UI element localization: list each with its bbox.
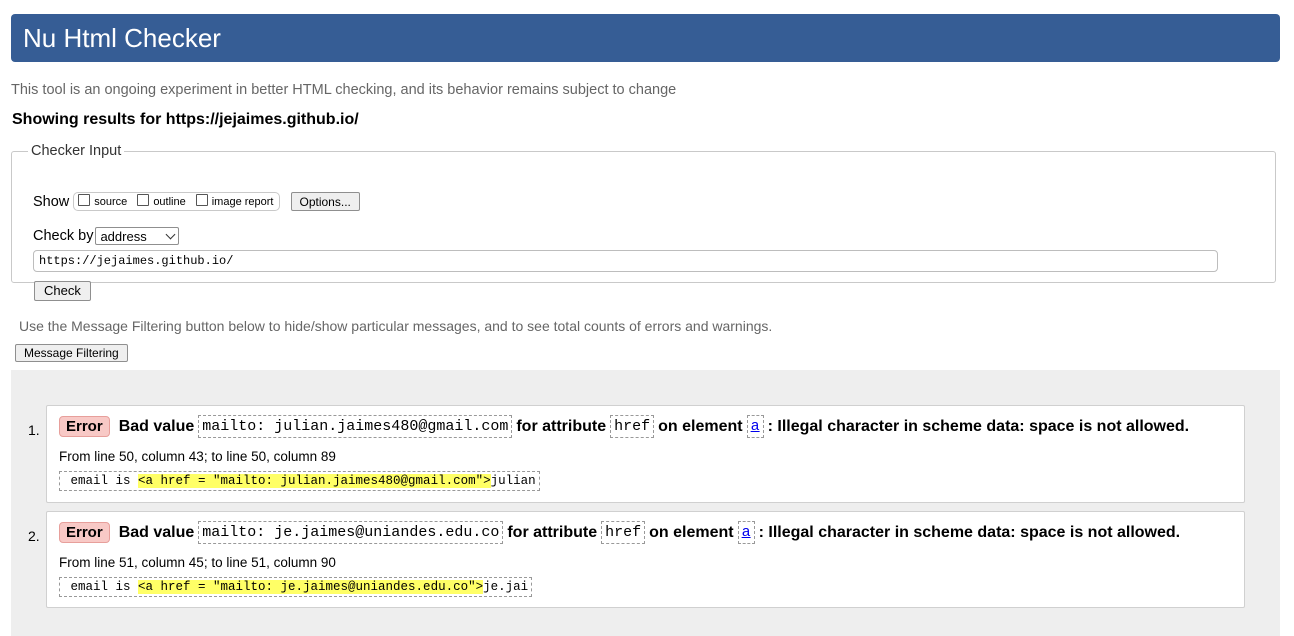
message-location: From line 51, column 45; to line 51, col…	[59, 555, 336, 570]
checkbox-label: image report	[211, 195, 274, 208]
element-link[interactable]: a	[746, 415, 764, 438]
checkbox-label: source	[94, 195, 128, 208]
show-outline-checkbox[interactable]: outline	[137, 193, 186, 208]
show-image-report-checkbox[interactable]: image report	[195, 193, 274, 208]
message-item: 2. Error Bad value mailto: je.jaimes@uni…	[28, 511, 1245, 608]
message-suffix: : Illegal character in scheme data: spac…	[767, 417, 1190, 435]
check-button[interactable]: Check	[34, 281, 91, 301]
attribute-code: href	[610, 415, 655, 438]
message-item: 1. Error Bad value mailto: julian.jaimes…	[28, 405, 1245, 503]
checker-input-legend: Checker Input	[31, 143, 122, 159]
message-location: From line 50, column 43; to line 50, col…	[59, 449, 336, 464]
attribute-code: href	[601, 521, 646, 544]
show-row: Show source outline image report Options…	[33, 192, 360, 211]
element-link[interactable]: a	[737, 521, 755, 544]
message-prefix: Bad value	[118, 523, 195, 541]
message-mid: on element	[658, 417, 743, 435]
extract-highlight: <a href = "mailto: je.jaimes@uniandes.ed…	[138, 580, 484, 594]
message-number: 2.	[28, 528, 40, 544]
check-by-row: Check by address	[33, 227, 180, 245]
code-extract: email is <a href = "mailto: je.jaimes@un…	[59, 577, 533, 597]
checkbox-box[interactable]	[195, 193, 208, 206]
chevron-down-icon	[166, 229, 176, 240]
error-badge: Error	[59, 416, 110, 437]
message-text: Error Bad value mailto: julian.jaimes480…	[59, 415, 1189, 438]
app-title: Nu Html Checker	[23, 23, 221, 53]
extract-after: julian	[490, 474, 536, 488]
checkbox-label: outline	[153, 195, 186, 208]
extract-before: email is	[63, 580, 139, 594]
url-input[interactable]: https://jejaimes.github.io/	[33, 250, 1218, 272]
show-source-checkbox[interactable]: source	[78, 193, 128, 208]
message-prefix: Bad value	[118, 417, 195, 435]
filter-note: Use the Message Filtering button below t…	[19, 318, 773, 334]
show-label: Show	[33, 193, 70, 210]
tagline: This tool is an ongoing experiment in be…	[11, 82, 677, 98]
checker-input-fieldset: Checker Input Show source outline image …	[11, 143, 1276, 301]
check-by-select[interactable]: address	[95, 227, 180, 245]
results-panel: 1. Error Bad value mailto: julian.jaimes…	[11, 370, 1280, 636]
checkbox-box[interactable]	[137, 193, 150, 206]
extract-highlight: <a href = "mailto: julian.jaimes480@gmai…	[138, 474, 491, 488]
check-by-selected-value: address	[100, 229, 147, 244]
message-mid: on element	[649, 523, 734, 541]
code-extract: email is <a href = "mailto: julian.jaime…	[59, 471, 540, 491]
checkbox-box[interactable]	[78, 193, 91, 206]
results-heading: Showing results for https://jejaimes.git…	[12, 111, 359, 128]
check-by-label: Check by	[33, 228, 94, 244]
extract-before: email is	[63, 474, 139, 488]
bad-value-code: mailto: je.jaimes@uniandes.edu.co	[198, 521, 504, 544]
message-filtering-button[interactable]: Message Filtering	[15, 344, 128, 362]
show-options-group: source outline image report	[73, 192, 280, 211]
message-number: 1.	[28, 422, 40, 438]
options-button[interactable]: Options...	[290, 192, 360, 211]
message-mid: for attribute	[507, 523, 598, 541]
extract-after: je.jai	[483, 580, 529, 594]
message-mid: for attribute	[516, 417, 607, 435]
bad-value-code: mailto: julian.jaimes480@gmail.com	[198, 415, 513, 438]
page-header: Nu Html Checker	[11, 14, 1280, 62]
message-text: Error Bad value mailto: je.jaimes@uniand…	[59, 521, 1180, 544]
message-suffix: : Illegal character in scheme data: spac…	[758, 523, 1181, 541]
error-badge: Error	[59, 522, 110, 543]
